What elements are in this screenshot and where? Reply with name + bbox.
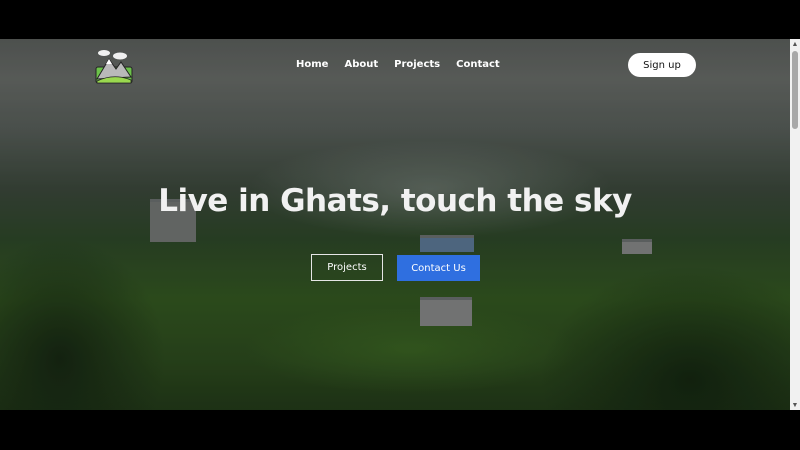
vertical-scrollbar[interactable]: ▲ ▼ <box>790 39 800 410</box>
main-nav: Home About Projects Contact <box>296 59 500 70</box>
hero-title: Live in Ghats, touch the sky <box>158 183 632 219</box>
nav-projects-link[interactable]: Projects <box>394 59 440 70</box>
scroll-up-arrow-icon[interactable]: ▲ <box>790 39 800 49</box>
contact-us-button[interactable]: Contact Us <box>397 255 480 281</box>
signup-button[interactable]: Sign up <box>628 53 696 77</box>
nav-contact-link[interactable]: Contact <box>456 59 500 70</box>
background-overlay <box>0 39 790 410</box>
scroll-down-arrow-icon[interactable]: ▼ <box>790 400 800 410</box>
nav-about-link[interactable]: About <box>344 59 378 70</box>
mountain-logo-icon[interactable] <box>94 47 134 85</box>
projects-button[interactable]: Projects <box>311 254 383 281</box>
letterbox-bottom <box>0 410 800 450</box>
nav-home-link[interactable]: Home <box>296 59 328 70</box>
page-viewport: Home About Projects Contact Sign up Live… <box>0 39 800 410</box>
scrollbar-thumb[interactable] <box>792 51 798 129</box>
